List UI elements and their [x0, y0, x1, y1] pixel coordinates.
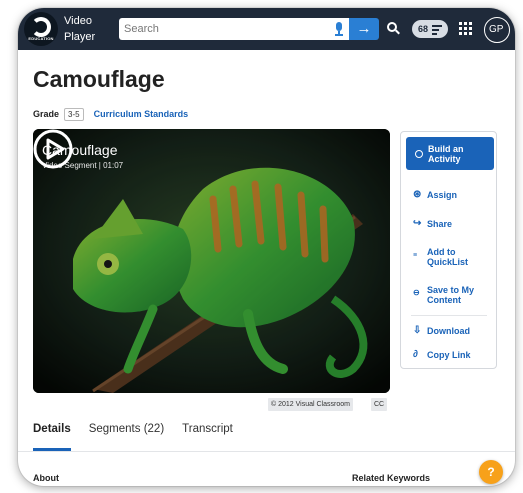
- curriculum-standards-link[interactable]: Curriculum Standards: [94, 109, 189, 119]
- lock-icon: ⊖: [413, 288, 420, 297]
- help-button[interactable]: ?: [479, 460, 503, 484]
- assign-label: Assign: [427, 190, 458, 200]
- app-window: EDUCATION Video Player → 68 GP Camouflag…: [18, 8, 515, 486]
- activity-icon: [415, 150, 423, 158]
- download-icon: ⇩: [413, 325, 422, 336]
- app-title: Video Player: [64, 13, 95, 45]
- copyright-tag: © 2012 Visual Classroom: [268, 398, 353, 411]
- user-avatar[interactable]: GP: [484, 17, 510, 43]
- link-icon: ∂: [413, 349, 418, 360]
- search-submit-button[interactable]: →: [349, 18, 379, 40]
- list-icon: [432, 25, 442, 37]
- quicklist-count-button[interactable]: 68: [412, 20, 448, 38]
- top-navigation-bar: EDUCATION Video Player → 68 GP: [18, 8, 515, 50]
- search-input[interactable]: [119, 18, 319, 40]
- quicklist-count: 68: [418, 24, 429, 34]
- grade-badge: 3-5: [64, 107, 84, 121]
- action-divider: [411, 315, 487, 316]
- copy-link-label: Copy Link: [427, 350, 471, 360]
- microphone-icon[interactable]: [335, 22, 343, 36]
- app-title-line2: Player: [64, 31, 96, 43]
- discovery-education-logo[interactable]: EDUCATION: [24, 12, 58, 46]
- closed-captions-tag[interactable]: CC: [371, 398, 388, 411]
- app-title-line1: Video: [64, 15, 92, 27]
- add-to-quicklist-label: Add to QuickList: [427, 247, 469, 267]
- build-activity-button[interactable]: Build an Activity: [406, 137, 494, 170]
- play-icon[interactable]: [33, 129, 73, 169]
- tabs-divider: [18, 451, 515, 452]
- tab-details[interactable]: Details: [33, 421, 71, 451]
- apps-grid-icon[interactable]: [459, 22, 472, 35]
- quicklist-icon: ≡: [413, 252, 418, 259]
- search-icon[interactable]: [387, 22, 401, 36]
- detail-tabs: Details Segments (22) Transcript: [33, 421, 251, 451]
- logo-text: EDUCATION: [28, 36, 54, 41]
- save-to-content-label: Save to My Content: [427, 285, 475, 305]
- about-heading: About: [33, 473, 59, 483]
- tab-transcript[interactable]: Transcript: [182, 421, 233, 451]
- build-activity-label: Build an Activity: [428, 144, 464, 164]
- tab-segments[interactable]: Segments (22): [89, 421, 164, 451]
- search-box: [119, 18, 349, 40]
- share-label: Share: [427, 219, 453, 229]
- grade-label: Grade: [33, 109, 60, 119]
- share-icon: ↪: [413, 218, 422, 229]
- related-keywords-heading: Related Keywords: [352, 473, 431, 483]
- action-panel: Build an Activity ⊛ Assign ↪ Share ≡ Add…: [400, 131, 497, 369]
- download-label: Download: [427, 326, 470, 336]
- grade-row: Grade 3-5 Curriculum Standards: [33, 107, 188, 121]
- video-player[interactable]: Camouflage Video Segment | 01:07: [33, 129, 390, 393]
- assign-icon: ⊛: [413, 189, 422, 200]
- page-title: Camouflage: [33, 66, 165, 92]
